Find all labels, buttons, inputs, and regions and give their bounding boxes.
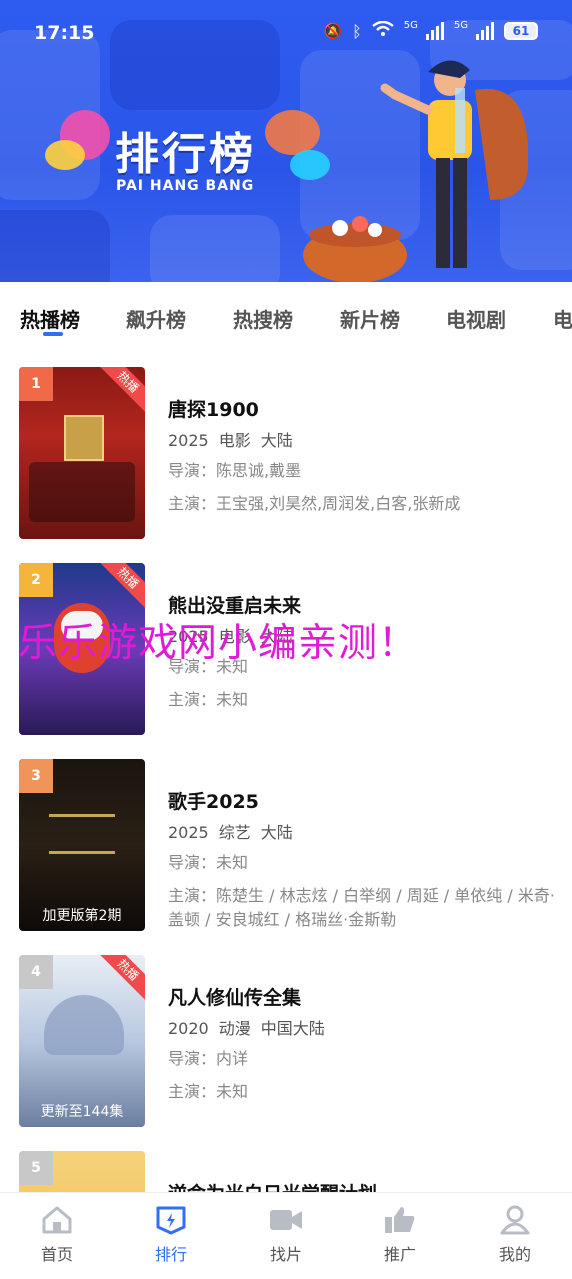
item-director: 导演：内详	[168, 1049, 249, 1068]
ranking-tabs: 热播榜 飙升榜 热搜榜 新片榜 电视剧 电	[0, 282, 572, 340]
list-item[interactable]: 5 逆命为光白日光觉醒计划	[0, 1151, 572, 1192]
battery-icon: 61	[504, 22, 538, 40]
ranking-list: 1 热播 唐探1900 2025 电影 大陆 导演：陈思诚,戴墨 主演：王宝强,刘昊…	[0, 340, 572, 1192]
item-meta: 2025 综艺 大陆	[168, 819, 303, 843]
item-region: 中国大陆	[260, 1019, 325, 1038]
tab-tv-series[interactable]: 电视剧	[446, 304, 506, 333]
rank-badge: 2	[19, 563, 53, 597]
ranking-banner: 17:15 🔕 ᛒ 5G 5G 61 排行榜 PAI HANG BANG	[0, 0, 572, 282]
poster-overlay-text: 加更版第2期	[42, 908, 122, 924]
wifi-icon	[372, 20, 394, 41]
tab-hot-search[interactable]: 热搜榜	[233, 304, 293, 333]
nav-home[interactable]: 首页	[17, 1201, 97, 1271]
nav-promote[interactable]: 推广	[360, 1201, 440, 1271]
poster-image[interactable]: 4 热播 更新至144集	[19, 955, 145, 1127]
poster-overlay-text: 更新至144集	[40, 1104, 124, 1120]
banner-title: 排行榜	[115, 129, 256, 180]
nav-ranking[interactable]: 排行	[131, 1201, 211, 1271]
item-cast: 主演：王宝强,刘昊然,周润发,白客,张新成	[168, 494, 461, 513]
tab-new-films[interactable]: 新片榜	[340, 304, 400, 333]
rank-badge: 5	[19, 1151, 53, 1185]
hot-badge: 热播	[96, 563, 145, 610]
item-director: 导演：未知	[168, 853, 249, 872]
user-icon	[500, 1205, 530, 1235]
network-label: 5G	[403, 19, 418, 31]
item-director: 导演：陈思诚,戴墨	[168, 461, 302, 480]
item-title[interactable]: 凡人修仙传全集	[168, 983, 301, 1010]
home-icon	[42, 1206, 72, 1234]
item-genre: 动漫	[218, 1019, 251, 1038]
item-meta: 2025 电影 大陆	[168, 427, 303, 451]
item-region: 大陆	[260, 823, 293, 842]
list-item[interactable]: 4 热播 更新至144集 凡人修仙传全集 2020 动漫 中国大陆 导演：内详 主演…	[0, 955, 572, 1135]
tab-more[interactable]: 电	[553, 304, 572, 333]
item-year: 2025	[168, 431, 209, 450]
thumbs-up-icon	[385, 1207, 415, 1233]
signal-icon	[476, 22, 494, 40]
poster-image[interactable]: 3 加更版第2期	[19, 759, 145, 931]
rank-badge: 3	[19, 759, 53, 793]
status-time: 17:15	[34, 22, 95, 44]
mute-icon: 🔕	[323, 22, 343, 40]
item-year: 2020	[168, 1019, 209, 1038]
nav-label: 首页	[40, 1245, 73, 1264]
item-title[interactable]: 逆命为光白日光觉醒计划	[168, 1179, 377, 1192]
hot-badge: 热播	[96, 367, 145, 414]
nav-mine[interactable]: 我的	[475, 1201, 555, 1271]
item-title[interactable]: 唐探1900	[168, 395, 259, 422]
watermark-text: 乐乐游戏网小编亲测！	[18, 621, 419, 666]
signal-icon	[425, 22, 444, 40]
list-item[interactable]: 3 加更版第2期 歌手2025 2025 综艺 大陆 导演：未知 主演：陈楚生 / …	[0, 759, 572, 939]
rank-badge: 4	[19, 955, 53, 989]
item-cast: 主演：未知	[168, 1082, 249, 1101]
hot-badge: 热播	[96, 955, 145, 1002]
nav-label: 找片	[269, 1245, 302, 1264]
bluetooth-icon: ᛒ	[352, 21, 362, 41]
video-camera-icon	[270, 1210, 302, 1230]
poster-image[interactable]: 1 热播	[19, 367, 145, 539]
nav-label: 我的	[498, 1245, 531, 1264]
item-title[interactable]: 歌手2025	[168, 787, 259, 814]
item-cast: 主演：陈楚生 / 林志炫 / 白举纲 / 周延 / 单依纯 / 米奇·盖顿 / …	[168, 886, 555, 929]
item-genre: 综艺	[218, 823, 251, 842]
item-genre: 电影	[218, 431, 251, 450]
nav-label: 排行	[154, 1245, 187, 1264]
tab-hot-play[interactable]: 热播榜	[20, 304, 80, 333]
tab-rising[interactable]: 飙升榜	[126, 304, 186, 333]
bottom-navigation: 首页 排行 找片 推广 我的	[0, 1192, 572, 1279]
item-region: 大陆	[260, 431, 293, 450]
person-illustration-icon	[303, 60, 529, 282]
poster-image[interactable]: 5	[19, 1151, 145, 1192]
nav-label: 推广	[383, 1245, 416, 1264]
item-year: 2025	[168, 823, 209, 842]
item-meta: 2020 动漫 中国大陆	[168, 1015, 335, 1039]
list-item[interactable]: 1 热播 唐探1900 2025 电影 大陆 导演：陈思诚,戴墨 主演：王宝强,刘昊…	[0, 367, 572, 547]
item-cast: 主演：未知	[168, 690, 249, 709]
active-tab-indicator	[43, 332, 63, 336]
ranking-icon	[156, 1206, 186, 1235]
banner-subtitle: PAI HANG BANG	[116, 178, 255, 194]
rank-badge: 1	[19, 367, 53, 401]
nav-find-films[interactable]: 找片	[246, 1201, 326, 1271]
network-label: 5G	[453, 19, 468, 31]
